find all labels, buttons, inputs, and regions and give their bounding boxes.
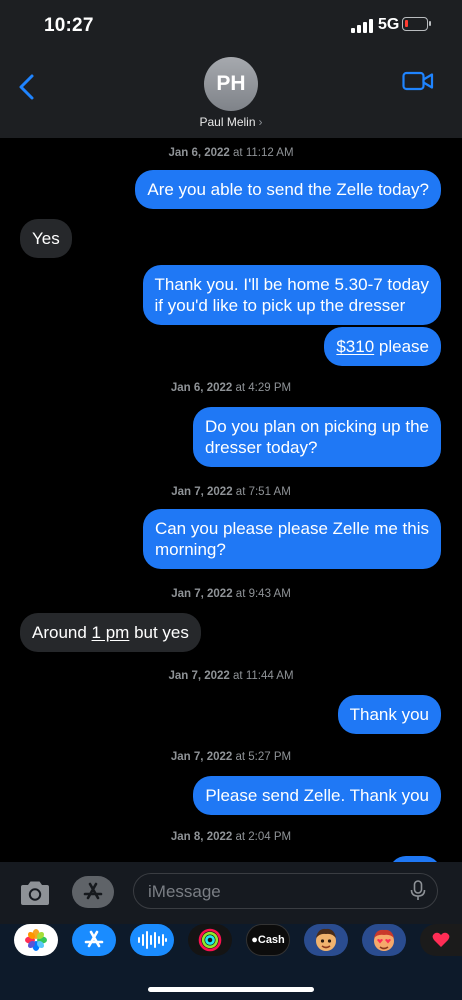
message-input[interactable]: iMessage [133, 873, 438, 909]
status-bar: 10:27 5G [0, 0, 462, 54]
heart-eyes-memoji-icon [374, 929, 394, 951]
camera-icon[interactable] [18, 879, 52, 907]
digital-touch-app-icon[interactable] [420, 924, 462, 956]
signal-strength-icon [351, 17, 373, 33]
activity-rings-icon [198, 928, 222, 952]
app-store-app-icon[interactable] [72, 924, 116, 956]
waveform-icon [138, 931, 167, 949]
memoji-app-icon[interactable] [304, 924, 348, 956]
message-input-placeholder: iMessage [148, 882, 221, 901]
timestamp: Jan 6, 2022 at 4:29 PM [170, 382, 292, 394]
apple-cash-label: ●Cash [251, 934, 285, 946]
chevron-right-icon: › [258, 115, 263, 129]
outgoing-message[interactable]: Thank you. I'll be home 5.30-7 today if … [142, 265, 441, 325]
incoming-message[interactable]: Around 1 pm but yes [20, 613, 201, 652]
video-call-icon[interactable] [402, 70, 434, 92]
timestamp: Jan 7, 2022 at 7:51 AM [171, 486, 291, 498]
app-store-icon [83, 882, 103, 900]
home-indicator[interactable] [148, 987, 314, 992]
timestamp: Jan 6, 2022 at 11:12 AM [168, 147, 294, 159]
photos-app-icon[interactable] [14, 924, 58, 956]
network-label: 5G [378, 16, 400, 33]
contact-avatar[interactable]: PH [204, 57, 258, 111]
status-time: 10:27 [44, 15, 94, 36]
contact-name-button[interactable]: Paul Melin › [0, 115, 462, 129]
battery-icon [402, 17, 431, 31]
app-store-button[interactable] [72, 876, 114, 908]
message-composer: iMessage [0, 862, 462, 924]
timestamp: Jan 7, 2022 at 9:43 AM [171, 588, 291, 600]
app-store-glyph-icon [84, 930, 104, 948]
outgoing-message[interactable]: Do you plan on picking up the dresser to… [193, 407, 441, 467]
apple-cash-app-icon[interactable]: ●Cash [246, 924, 290, 956]
photos-flower-icon [25, 929, 47, 951]
conversation-header: PH Paul Melin › [0, 54, 462, 139]
back-chevron-icon[interactable] [14, 73, 42, 101]
outgoing-message[interactable]: Thank you [337, 695, 441, 734]
contact-initials: PH [216, 72, 246, 95]
time-link[interactable]: 1 pm [92, 623, 130, 642]
fitness-app-icon[interactable] [188, 924, 232, 956]
outgoing-message[interactable]: $310 please [324, 327, 441, 366]
message-thread[interactable]: Jan 6, 2022 at 11:12 AM Are you able to … [0, 138, 462, 862]
memoji-stickers-app-icon[interactable] [362, 924, 406, 956]
contact-name: Paul Melin [199, 115, 256, 129]
outgoing-message[interactable]: Please send Zelle. Thank you [193, 776, 441, 815]
apple-logo-icon: ● [251, 934, 258, 946]
amount-link[interactable]: $310 [336, 337, 374, 356]
incoming-message[interactable]: Yes [20, 219, 72, 258]
outgoing-message[interactable]: Are you able to send the Zelle today? [135, 170, 441, 209]
audio-message-app-icon[interactable] [130, 924, 174, 956]
timestamp: Jan 8, 2022 at 2:04 PM [170, 831, 292, 843]
heart-icon [432, 932, 450, 947]
microphone-icon[interactable] [410, 880, 426, 902]
timestamp: Jan 7, 2022 at 11:44 AM [168, 670, 294, 682]
memoji-face-icon [316, 928, 336, 951]
timestamp: Jan 7, 2022 at 5:27 PM [170, 751, 292, 763]
outgoing-message[interactable]: Can you please please Zelle me this morn… [142, 509, 441, 569]
